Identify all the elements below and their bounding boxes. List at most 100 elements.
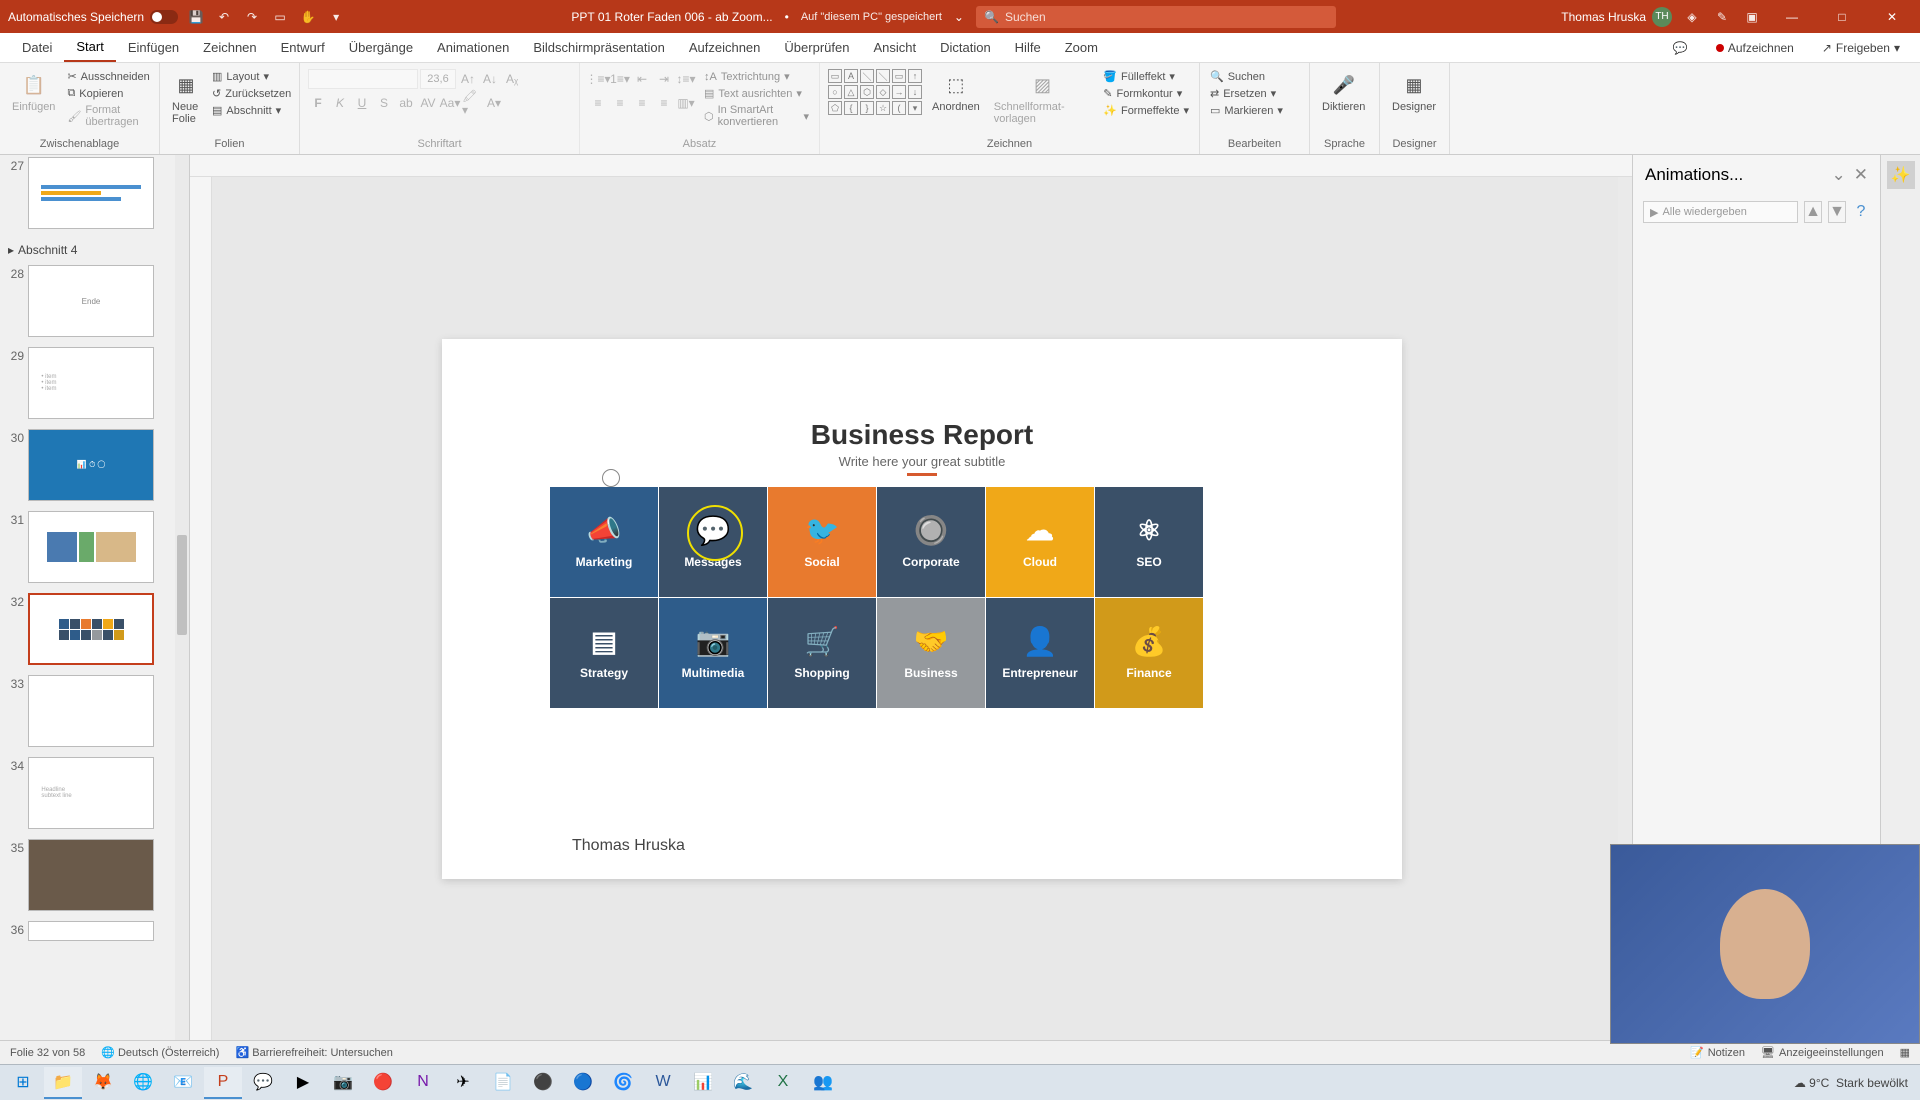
paste-button[interactable]: 📋Einfügen: [8, 69, 59, 115]
reset-button[interactable]: ↺ Zurücksetzen: [210, 86, 293, 101]
slide-thumb-27[interactable]: [28, 157, 154, 229]
decrease-font-icon[interactable]: A↓: [480, 69, 500, 89]
slide-thumb-29[interactable]: • item• item• item: [28, 347, 154, 419]
dictate-button[interactable]: 🎤Diktieren: [1318, 69, 1369, 115]
arrange-button[interactable]: ⬚Anordnen: [928, 69, 984, 115]
slide-thumb-34[interactable]: Headlinesubtext line: [28, 757, 154, 829]
language-indicator[interactable]: 🌐 Deutsch (Österreich): [101, 1046, 219, 1059]
italic-button[interactable]: K: [330, 93, 350, 113]
redo-icon[interactable]: ↷: [242, 7, 262, 27]
shape-effects-button[interactable]: ✨ Formeffekte ▾: [1101, 103, 1191, 118]
record-button[interactable]: Aufzeichnen: [1708, 37, 1802, 59]
align-text-button[interactable]: ▤ Text ausrichten ▾: [702, 86, 811, 101]
align-center-button[interactable]: ≡: [610, 93, 630, 113]
window-icon[interactable]: ▣: [1742, 7, 1762, 27]
increase-indent-button[interactable]: ⇥: [654, 69, 674, 89]
tab-insert[interactable]: Einfügen: [116, 33, 191, 62]
tab-view[interactable]: Ansicht: [861, 33, 928, 62]
decrease-indent-button[interactable]: ⇤: [632, 69, 652, 89]
powerpoint-icon[interactable]: P: [204, 1067, 242, 1099]
select-button[interactable]: ▭ Markieren ▾: [1208, 103, 1285, 118]
outlook-icon[interactable]: 📧: [164, 1067, 202, 1099]
quick-styles-button[interactable]: ▨Schnellformat-vorlagen: [990, 69, 1096, 127]
tile-entrepreneur[interactable]: 👤Entrepreneur: [986, 598, 1094, 708]
tab-draw[interactable]: Zeichnen: [191, 33, 268, 62]
replace-button[interactable]: ⇄ Ersetzen ▾: [1208, 86, 1285, 101]
slide-author[interactable]: Thomas Hruska: [572, 837, 685, 855]
excel-icon[interactable]: X: [764, 1067, 802, 1099]
save-icon[interactable]: 💾: [186, 7, 206, 27]
accessibility-check[interactable]: ♿ Barrierefreiheit: Untersuchen: [235, 1046, 392, 1059]
teams-icon[interactable]: 👥: [804, 1067, 842, 1099]
user-badge[interactable]: Thomas Hruska TH: [1561, 7, 1672, 27]
section-button[interactable]: ▤ Abschnitt ▾: [210, 103, 293, 118]
telegram-icon[interactable]: ✈: [444, 1067, 482, 1099]
cut-button[interactable]: ✂ Ausschneiden: [65, 69, 151, 84]
tile-messages[interactable]: 💬Messages: [659, 487, 767, 597]
edge-icon[interactable]: 🌊: [724, 1067, 762, 1099]
slide-thumb-30[interactable]: 📊 ⏱ ◯: [28, 429, 154, 501]
tab-dictation[interactable]: Dictation: [928, 33, 1003, 62]
weather-widget[interactable]: ☁ 9°C Stark bewölkt: [1794, 1076, 1908, 1090]
section-header[interactable]: ▸ Abschnitt 4: [0, 237, 189, 263]
tab-record[interactable]: Aufzeichnen: [677, 33, 773, 62]
slide-title[interactable]: Business Report: [442, 419, 1402, 451]
slide-thumb-28[interactable]: Ende: [28, 265, 154, 337]
tab-home[interactable]: Start: [64, 33, 115, 62]
font-family-input[interactable]: [308, 69, 418, 89]
app-icon-5[interactable]: 🔵: [564, 1067, 602, 1099]
tab-slideshow[interactable]: Bildschirmpräsentation: [521, 33, 677, 62]
minimize-button[interactable]: —: [1772, 0, 1812, 33]
diamond-icon[interactable]: ◈: [1682, 7, 1702, 27]
shape-fill-button[interactable]: 🪣 Fülleffekt ▾: [1101, 69, 1191, 84]
tab-transitions[interactable]: Übergänge: [337, 33, 425, 62]
display-settings-button[interactable]: 🖥 Anzeigeeinstellungen: [1761, 1046, 1884, 1059]
app-icon-6[interactable]: 🌀: [604, 1067, 642, 1099]
slide-panel-scrollbar[interactable]: [175, 155, 189, 1040]
start-button[interactable]: ⊞: [4, 1067, 42, 1099]
line-spacing-button[interactable]: ↕≡▾: [676, 69, 696, 89]
tab-zoom[interactable]: Zoom: [1053, 33, 1110, 62]
app-icon-4[interactable]: 📄: [484, 1067, 522, 1099]
onenote-icon[interactable]: N: [404, 1067, 442, 1099]
comments-button[interactable]: 💬: [1665, 37, 1696, 59]
notes-button[interactable]: 📝 Notizen: [1690, 1046, 1745, 1059]
shape-outline-button[interactable]: ✎ Formkontur ▾: [1101, 86, 1191, 101]
pane-dropdown-icon[interactable]: ⌄: [1832, 165, 1846, 185]
tile-business[interactable]: 🤝Business: [877, 598, 985, 708]
bullets-button[interactable]: ⋮≡▾: [588, 69, 608, 89]
slide-thumb-31[interactable]: [28, 511, 154, 583]
slide-thumb-33[interactable]: [28, 675, 154, 747]
layout-button[interactable]: ▥ Layout ▾: [210, 69, 293, 84]
increase-font-icon[interactable]: A↑: [458, 69, 478, 89]
rotation-handle-icon[interactable]: [602, 469, 620, 487]
share-button[interactable]: ↗ Freigeben ▾: [1814, 37, 1908, 59]
designer-button[interactable]: ▦Designer: [1388, 69, 1440, 115]
touch-icon[interactable]: ✋: [298, 7, 318, 27]
smartart-button[interactable]: ⬡ In SmartArt konvertieren ▾: [702, 103, 811, 129]
copy-button[interactable]: ⧉ Kopieren: [65, 86, 151, 101]
title-dropdown-icon[interactable]: ⌄: [954, 10, 964, 24]
autosave-toggle[interactable]: Automatisches Speichern: [8, 10, 178, 24]
find-button[interactable]: 🔍 Suchen: [1208, 69, 1285, 84]
underline-button[interactable]: U: [352, 93, 372, 113]
play-all-button[interactable]: ▶ Alle wiedergeben: [1643, 201, 1798, 223]
tab-help[interactable]: Hilfe: [1003, 33, 1053, 62]
qat-more-icon[interactable]: ▾: [326, 7, 346, 27]
strike-button[interactable]: S: [374, 93, 394, 113]
tile-multimedia[interactable]: 📷Multimedia: [659, 598, 767, 708]
slide-subtitle[interactable]: Write here your great subtitle: [442, 454, 1402, 469]
text-direction-button[interactable]: ↕A Textrichtung ▾: [702, 69, 811, 84]
tile-marketing[interactable]: 📣Marketing: [550, 487, 658, 597]
slide[interactable]: Business Report Write here your great su…: [442, 339, 1402, 879]
new-slide-button[interactable]: ▦Neue Folie: [168, 69, 204, 127]
vlc-icon[interactable]: ▶: [284, 1067, 322, 1099]
font-color-button[interactable]: A▾: [484, 93, 504, 113]
clear-format-icon[interactable]: Aᵪ: [502, 69, 522, 89]
justify-button[interactable]: ≡: [654, 93, 674, 113]
pane-close-icon[interactable]: ✕: [1854, 165, 1868, 185]
slide-thumbnails-panel[interactable]: 27 ▸ Abschnitt 4 28Ende 29• item• item• …: [0, 155, 190, 1040]
tab-animations[interactable]: Animationen: [425, 33, 521, 62]
slide-thumb-32[interactable]: [28, 593, 154, 665]
undo-icon[interactable]: ↶: [214, 7, 234, 27]
